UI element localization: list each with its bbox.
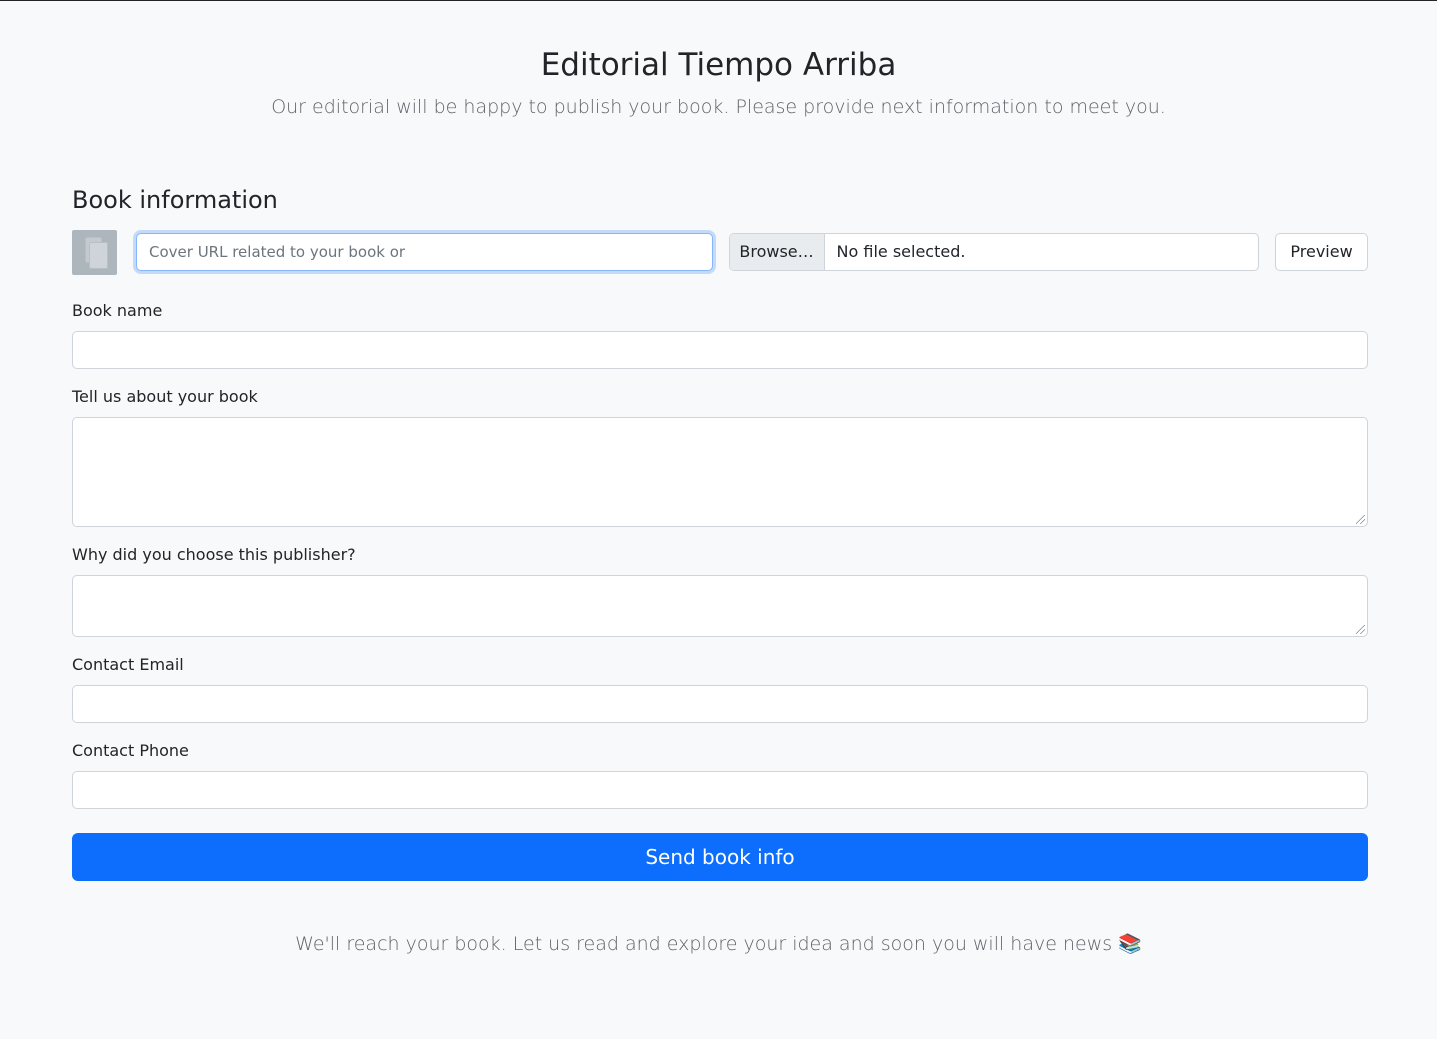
why-publisher-label: Why did you choose this publisher? [72, 545, 356, 564]
cover-url-input[interactable] [136, 233, 713, 271]
resize-handle[interactable] [1356, 625, 1365, 634]
footer-message: We'll reach your book. Let us read and e… [295, 933, 1142, 955]
browse-button[interactable]: Browse… [729, 234, 825, 270]
about-book-label: Tell us about your book [72, 387, 258, 406]
why-publisher-textarea[interactable] [72, 575, 1368, 637]
contact-email-label: Contact Email [72, 655, 184, 674]
contact-email-input[interactable] [72, 685, 1368, 723]
book-form: Book information Browse… No file selecte… [72, 181, 1368, 881]
book-name-input[interactable] [72, 331, 1368, 369]
resize-handle[interactable] [1356, 515, 1365, 524]
page-subtitle: Our editorial will be happy to publish y… [271, 96, 1166, 118]
send-book-info-button[interactable]: Send book info [72, 833, 1368, 881]
cover-file-input[interactable]: Browse… No file selected. [728, 233, 1260, 271]
contact-phone-input[interactable] [72, 771, 1368, 809]
file-status: No file selected. [836, 242, 966, 261]
image-placeholder-icon [72, 229, 117, 275]
preview-button[interactable]: Preview [1275, 233, 1368, 271]
page-header: Editorial Tiempo Arriba Our editorial wi… [0, 1, 1437, 119]
cover-row: Browse… No file selected. Preview [72, 229, 1368, 275]
contact-phone-label: Contact Phone [72, 741, 189, 760]
about-book-textarea[interactable] [72, 417, 1368, 527]
book-name-label: Book name [72, 301, 163, 320]
section-title: Book information [72, 186, 278, 214]
page-title: Editorial Tiempo Arriba [540, 47, 897, 83]
